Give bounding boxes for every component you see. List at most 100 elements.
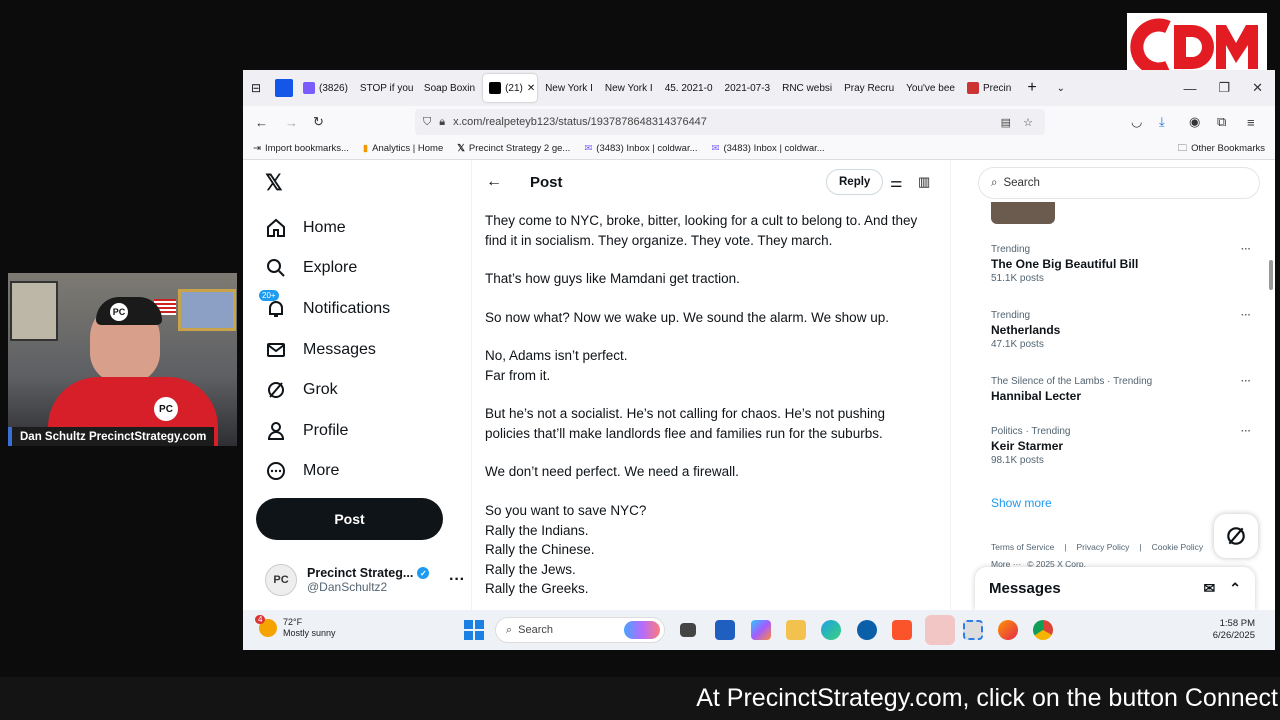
tab[interactable]: 45. 2021-0	[659, 74, 719, 102]
bookmark-inbox[interactable]: ✉ (3483) Inbox | coldwar...	[712, 143, 825, 154]
x-logo-icon[interactable]: 𝕏	[265, 170, 283, 196]
tab[interactable]: STOP if you	[354, 74, 418, 102]
weather-widget[interactable]: 4 72°F Mostly sunny	[255, 615, 336, 639]
tab[interactable]: Soap Boxin	[418, 74, 481, 102]
other-bookmarks[interactable]: 🗀 Other Bookmarks	[1178, 141, 1275, 157]
new-tab-icon[interactable]: +	[1027, 79, 1036, 97]
tab[interactable]: 2021-07-3	[719, 74, 777, 102]
more-options-icon[interactable]: ···	[1241, 426, 1251, 437]
sliders-icon[interactable]: ⚌	[890, 174, 903, 191]
search-input[interactable]: ⌕ Search	[978, 167, 1260, 199]
tab[interactable]: You've bee	[900, 74, 961, 102]
restore-icon[interactable]: ❐	[1218, 80, 1230, 96]
reader-view-icon[interactable]: ▤	[1001, 116, 1011, 129]
windows-taskbar: 4 72°F Mostly sunny ⌕ Search 1:58 PM 6/26/2…	[243, 610, 1275, 650]
person-icon	[265, 420, 287, 442]
bookmark-precinct[interactable]: 𝕏 Precinct Strategy 2 ge...	[457, 143, 570, 154]
start-icon[interactable]	[464, 620, 484, 640]
trend-item[interactable]: The Silence of the Lambs · Trending Hanni…	[991, 376, 1251, 405]
tab[interactable]: RNC websi	[776, 74, 838, 102]
show-more-link[interactable]: Show more	[991, 496, 1052, 510]
forward-icon[interactable]: →	[285, 115, 298, 130]
edge-icon[interactable]	[821, 620, 841, 640]
reload-icon[interactable]: ↻	[313, 114, 324, 130]
tab-list-icon[interactable]: ⊟	[251, 81, 267, 95]
url-text[interactable]: x.com/realpeteyb123/status/1937878648314…	[453, 116, 707, 128]
tab[interactable]: New York I	[539, 74, 599, 102]
footer-link[interactable]: Cookie Policy	[1152, 542, 1204, 552]
post-paragraph: So you want to save NYC? Rally the Indian…	[485, 501, 945, 599]
browser-window: ⊟ (3826) STOP if you Soap Boxin (21) ✕ Ne…	[243, 70, 1275, 650]
taskbar-search[interactable]: ⌕ Search	[495, 617, 665, 643]
copilot-icon[interactable]	[751, 620, 771, 640]
reply-button[interactable]: Reply	[826, 169, 884, 195]
footer-link[interactable]: Terms of Service	[991, 542, 1054, 552]
trend-item[interactable]: Trending The One Big Beautiful Bill 51.1K …	[991, 244, 1251, 284]
nav-messages[interactable]: Messages	[265, 339, 376, 361]
store-icon[interactable]	[715, 620, 735, 640]
account-name-row: Precinct Strateg... ✓	[307, 566, 439, 580]
post-button[interactable]: Post	[256, 498, 443, 540]
shield-icon[interactable]: ⛉	[423, 116, 431, 129]
close-window-icon[interactable]: ✕	[1252, 80, 1263, 96]
chrome-icon[interactable]	[1033, 620, 1053, 640]
minimize-icon[interactable]: —	[1183, 81, 1196, 96]
name-lower-third: Dan Schultz PrecinctStrategy.com	[8, 427, 215, 446]
more-options-icon[interactable]: ···	[1241, 310, 1251, 321]
ellipsis-icon[interactable]: ···	[449, 571, 465, 589]
file-explorer-icon[interactable]	[786, 620, 806, 640]
post-line: Rally the Jews.	[485, 561, 576, 577]
reader-icon[interactable]: ▥	[918, 174, 930, 190]
collapse-up-icon[interactable]: ⌃	[1229, 580, 1241, 597]
more-options-icon[interactable]: ···	[1241, 244, 1251, 255]
dell-icon[interactable]	[857, 620, 877, 640]
task-view-icon[interactable]	[680, 623, 696, 637]
nav-grok[interactable]: Grok	[265, 379, 338, 401]
nav-more[interactable]: More	[265, 460, 339, 482]
grok-float-button[interactable]	[1214, 514, 1258, 558]
page-title: Post	[530, 173, 563, 191]
trend-item[interactable]: Politics · Trending Keir Starmer 98.1K pos…	[991, 426, 1251, 466]
pinned-tab-icon[interactable]	[275, 79, 293, 97]
media-thumbnail	[991, 202, 1055, 224]
tab[interactable]: New York I	[599, 74, 659, 102]
scrollbar[interactable]	[1269, 260, 1273, 290]
back-arrow-icon[interactable]: ←	[486, 173, 502, 191]
post-paragraph: No, Adams isn’t perfect. Far from it.	[485, 346, 945, 385]
chevron-down-icon[interactable]: ⌄	[1057, 83, 1065, 94]
nav-profile[interactable]: Profile	[265, 420, 348, 442]
more-options-icon[interactable]: ···	[1241, 376, 1251, 387]
firefox-icon[interactable]	[998, 620, 1018, 640]
bookmark-analytics[interactable]: ▮ Analytics | Home	[363, 143, 443, 154]
tab[interactable]: Pray Recru	[838, 74, 900, 102]
bookmark-star-icon[interactable]: ☆	[1023, 116, 1033, 129]
tab[interactable]: (3826)	[297, 74, 354, 102]
nav-explore[interactable]: Explore	[265, 257, 357, 279]
nav-notifications[interactable]: 20+ Notifications	[259, 290, 390, 320]
messages-drawer[interactable]: Messages ✉ ⌃	[975, 567, 1255, 610]
close-tab-icon[interactable]: ✕	[527, 83, 535, 94]
snipping-tool-icon[interactable]	[963, 620, 983, 640]
bookmark-inbox[interactable]: ✉ (3483) Inbox | coldwar...	[584, 143, 697, 154]
back-icon[interactable]: ←	[255, 115, 268, 130]
tab-active[interactable]: (21) ✕	[483, 74, 538, 102]
url-bar[interactable]: ⛉ 🔒︎ x.com/realpeteyb123/status/19378786…	[415, 109, 1045, 135]
clock[interactable]: 1:58 PM 6/26/2025	[1213, 618, 1255, 642]
new-message-icon[interactable]: ✉	[1204, 580, 1216, 597]
trend-item[interactable]: Trending Netherlands 47.1K posts ···	[991, 310, 1251, 350]
tab[interactable]: Precin	[961, 74, 1017, 102]
download-icon[interactable]: ⤓	[1159, 114, 1165, 130]
onedrive-icon[interactable]	[925, 615, 955, 645]
nav-home[interactable]: Home	[265, 217, 346, 239]
envelope-icon	[265, 339, 287, 361]
account-switcher[interactable]: PC Precinct Strateg... ✓ @DanSchultz2 ···	[265, 560, 465, 600]
x-icon	[489, 82, 502, 94]
pocket-icon[interactable]: ◡	[1131, 114, 1142, 130]
extensions-icon[interactable]: ⧉	[1217, 114, 1226, 130]
post-line: But he’s not a socialist. He’s not calli…	[485, 406, 885, 421]
footer-link[interactable]: Privacy Policy	[1077, 542, 1130, 552]
brave-icon[interactable]	[892, 620, 912, 640]
bookmark-import[interactable]: ⇥ Import bookmarks...	[253, 143, 349, 154]
account-icon[interactable]: ◉	[1189, 114, 1200, 130]
menu-icon[interactable]: ≡	[1247, 115, 1255, 130]
